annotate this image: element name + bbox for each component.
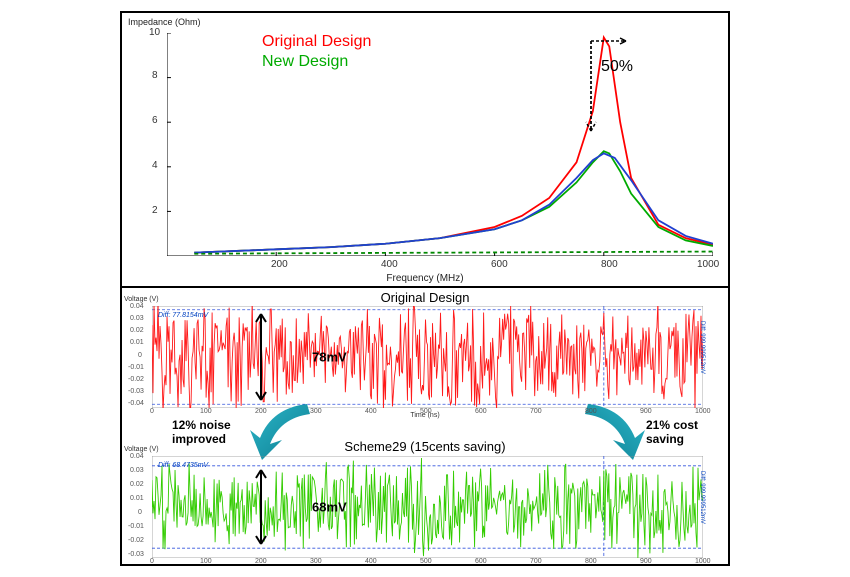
ytick-6: 6 xyxy=(152,115,158,126)
xtick-800: 800 xyxy=(585,408,597,415)
xtick-700: 700 xyxy=(530,558,542,565)
oy-0: 0 xyxy=(138,352,142,359)
sy--0.03: -0.03 xyxy=(128,551,144,558)
scheme-wave-block: Voltage (V) Diff: 68.4735mV Diff: 999.99… xyxy=(152,456,703,558)
xtick-400: 400 xyxy=(365,558,377,565)
oy-0.02: 0.02 xyxy=(130,327,144,334)
sy--0.02: -0.02 xyxy=(128,537,144,544)
xtick-100: 100 xyxy=(200,558,212,565)
reduction-arrow-icon xyxy=(546,36,636,146)
sy-0.04: 0.04 xyxy=(130,453,144,460)
orig-wave-title: Original Design xyxy=(381,290,470,305)
noise-waveform-panel: Original Design Voltage (V) Diff: 77.815… xyxy=(122,288,728,564)
orig-voltage-label: Voltage (V) xyxy=(124,296,159,303)
scheme-wave-svg xyxy=(152,456,703,558)
sy-0.02: 0.02 xyxy=(130,481,144,488)
pct-label: 50% xyxy=(601,58,633,75)
xtick-700: 700 xyxy=(530,408,542,415)
orig-wave-svg xyxy=(152,306,703,408)
ytick-8: 8 xyxy=(152,70,158,81)
oy--0.03: -0.03 xyxy=(128,388,144,395)
legend-new: New Design xyxy=(262,53,371,71)
xtick-1000: 1000 xyxy=(695,408,711,415)
noise-pct-text: 12% noise xyxy=(172,418,231,432)
orig-wave-block: Voltage (V) Diff: 77.8154mV Diff: 999.99… xyxy=(152,306,703,408)
scheme-vspan-arrow-icon xyxy=(252,468,270,546)
oy-0.03: 0.03 xyxy=(130,315,144,322)
impedance-legend: Original Design New Design xyxy=(262,33,371,71)
xtick-0: 0 xyxy=(150,408,154,415)
legend-original: Original Design xyxy=(262,33,371,51)
noise-improvement-note: 12% noise improved xyxy=(172,418,231,446)
oy--0.02: -0.02 xyxy=(128,376,144,383)
xtick-300: 300 xyxy=(310,408,322,415)
xtick-300: 300 xyxy=(310,558,322,565)
figure-frame: Impedance (Ohm) 2 4 6 8 10 200 400 600 8… xyxy=(120,11,730,566)
peak-reduction-annotation: 50% xyxy=(601,58,633,76)
orig-mv-annotation: 78mV xyxy=(312,350,347,365)
orig-vspan-arrow-icon xyxy=(252,312,270,402)
xtick-100: 100 xyxy=(200,408,212,415)
xtick-600: 600 xyxy=(475,408,487,415)
xtick-1000: 1000 xyxy=(695,558,711,565)
ytick-10: 10 xyxy=(149,27,160,38)
xtick-800: 800 xyxy=(585,558,597,565)
ytick-4: 4 xyxy=(152,160,158,171)
ytick-2: 2 xyxy=(152,205,158,216)
xtick-400: 400 xyxy=(381,259,398,270)
scheme-diff-label: Diff: 68.4735mV xyxy=(158,462,208,469)
scheme-right-marker: Diff: 999.999512mV xyxy=(699,471,705,524)
xtick-0: 0 xyxy=(150,558,154,565)
xtick-600: 600 xyxy=(475,558,487,565)
scheme-wave-title: Scheme29 (15cents saving) xyxy=(344,439,505,454)
xtick-900: 900 xyxy=(640,408,652,415)
scheme-voltage-label: Voltage (V) xyxy=(124,446,159,453)
sy-0.01: 0.01 xyxy=(130,495,144,502)
oy-0.01: 0.01 xyxy=(130,339,144,346)
impedance-y-axis-label: Impedance (Ohm) xyxy=(128,17,201,27)
xtick-800: 800 xyxy=(601,259,618,270)
impedance-x-axis-label: Frequency (MHz) xyxy=(386,273,463,284)
orig-right-marker: Diff: 999.999512mV xyxy=(699,321,705,374)
oy--0.04: -0.04 xyxy=(128,400,144,407)
xtick-400: 400 xyxy=(365,408,377,415)
xtick-200: 200 xyxy=(255,408,267,415)
sy--0.01: -0.01 xyxy=(128,523,144,530)
cost-saving-note: 21% cost saving xyxy=(646,418,698,446)
sy-0.03: 0.03 xyxy=(130,467,144,474)
xtick-600: 600 xyxy=(491,259,508,270)
xtick-1000: 1000 xyxy=(697,259,719,270)
sy-0: 0 xyxy=(138,509,142,516)
xtick-500: 500 xyxy=(420,558,432,565)
xtick-200: 200 xyxy=(255,558,267,565)
impedance-chart-panel: Impedance (Ohm) 2 4 6 8 10 200 400 600 8… xyxy=(122,13,728,288)
scheme-mv-annotation: 68mV xyxy=(312,500,347,515)
orig-diff-label: Diff: 77.8154mV xyxy=(158,312,208,319)
oy--0.01: -0.01 xyxy=(128,364,144,371)
noise-improved-text: improved xyxy=(172,432,226,446)
cost-pct-text: 21% cost xyxy=(646,418,698,432)
xtick-200: 200 xyxy=(271,259,288,270)
oy-0.04: 0.04 xyxy=(130,303,144,310)
xtick-900: 900 xyxy=(640,558,652,565)
xtick-500: 500 xyxy=(420,408,432,415)
